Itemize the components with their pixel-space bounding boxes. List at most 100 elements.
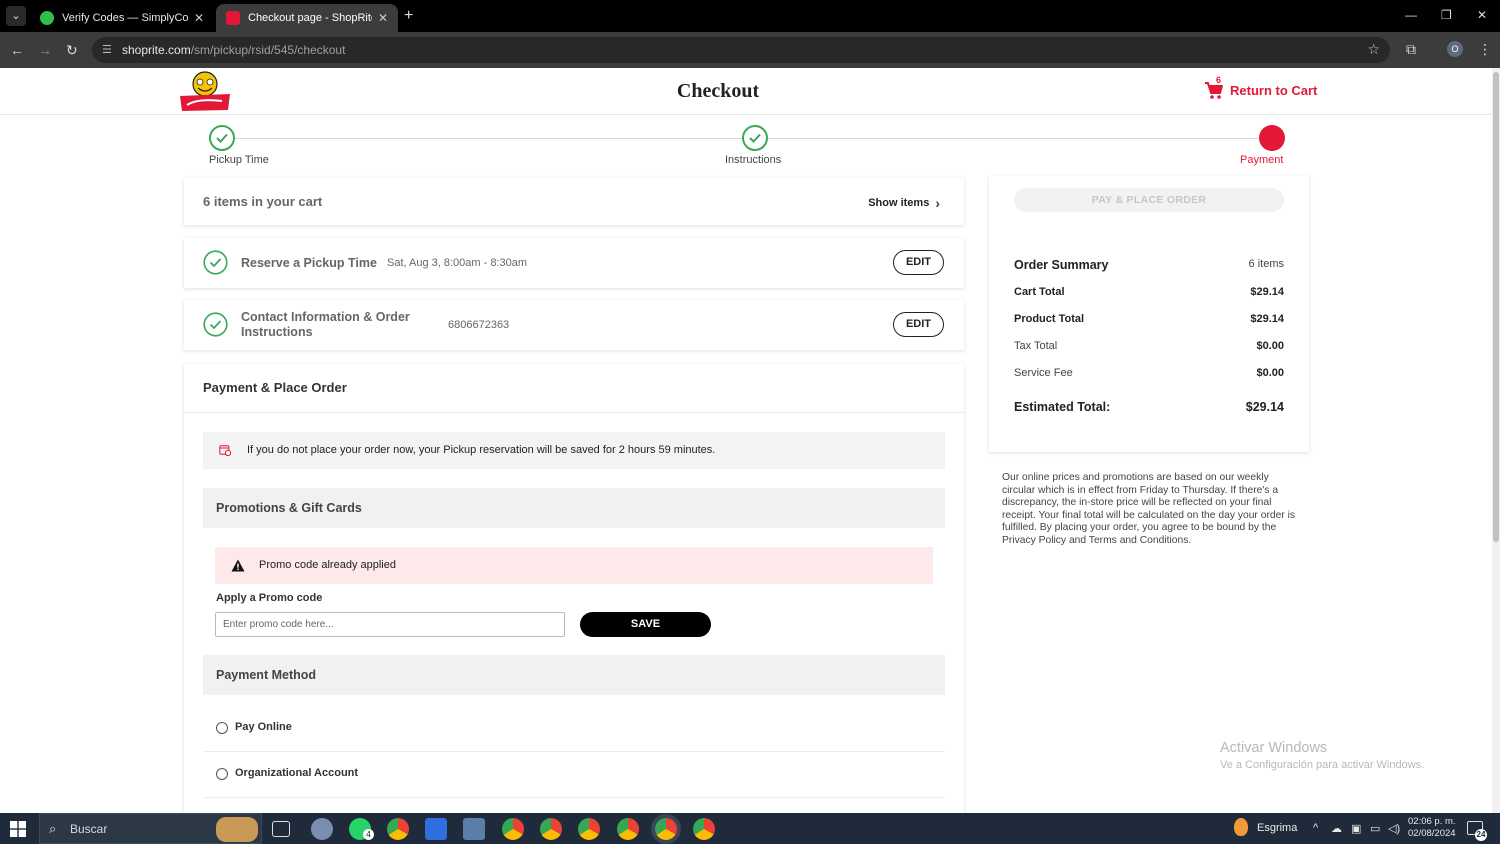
order-summary-title: Order Summary: [1014, 258, 1109, 272]
chevron-up-icon[interactable]: ^: [1313, 822, 1318, 834]
organizational-account-label: Organizational Account: [235, 767, 359, 779]
step-label-instructions: Instructions: [725, 154, 782, 166]
app-icon[interactable]: [463, 818, 485, 840]
windows-activation-watermark: Activar Windows Ve a Configuración para …: [1220, 740, 1425, 771]
chrome-profile-icon[interactable]: [693, 818, 715, 840]
radio-button[interactable]: [216, 722, 228, 734]
radio-button[interactable]: [216, 768, 228, 780]
minimize-icon[interactable]: —: [1405, 8, 1417, 22]
reload-icon[interactable]: ↻: [66, 41, 78, 59]
simplycodes-favicon-icon: [40, 11, 54, 25]
promo-alert-text: Promo code already applied: [259, 559, 396, 571]
extensions-icon[interactable]: ⧉: [1406, 41, 1416, 58]
close-tab-icon[interactable]: ✕: [378, 11, 388, 25]
cloud-icon[interactable]: ☁: [1331, 822, 1342, 835]
whatsapp-badge: 4: [363, 829, 374, 840]
taskbar-clock[interactable]: 02:06 p. m. 02/08/2024: [1408, 816, 1456, 840]
payment-option-organizational-account[interactable]: Organizational Account: [203, 752, 945, 798]
show-items-button[interactable]: Show items ›: [868, 195, 940, 211]
browser-menu-icon[interactable]: ⋮: [1478, 41, 1492, 58]
new-tab-icon[interactable]: +: [404, 6, 413, 26]
site-info-icon[interactable]: ☰: [102, 43, 112, 56]
chrome-profile-icon[interactable]: [502, 818, 524, 840]
weather-icon[interactable]: [1234, 818, 1248, 836]
browser-tab-bar: ⌄ Verify Codes — SimplyCodes ✕ Checkout …: [0, 0, 1500, 32]
contact-phone-value: 6806672363: [448, 319, 510, 331]
pay-online-label: Pay Online: [235, 721, 292, 733]
pickup-time-card: Reserve a Pickup Time Sat, Aug 3, 8:00am…: [184, 238, 964, 288]
return-to-cart-label: Return to Cart: [1230, 82, 1318, 98]
notification-count-badge: 24: [1475, 829, 1487, 841]
edit-pickup-button[interactable]: EDIT: [893, 250, 944, 275]
tab-search-button[interactable]: ⌄: [6, 6, 26, 26]
check-circle-icon: [203, 250, 228, 275]
step-label-pickup-time: Pickup Time: [209, 154, 269, 166]
cart-items-count: 6 items in your cart: [203, 194, 323, 209]
payment-option-pay-online[interactable]: Pay Online: [203, 706, 945, 752]
chrome-icon[interactable]: [387, 818, 409, 840]
search-icon: ⌕: [49, 821, 57, 836]
edit-contact-button[interactable]: EDIT: [893, 312, 944, 337]
volume-icon[interactable]: ◁): [1388, 822, 1400, 835]
pickup-time-value: Sat, Aug 3, 8:00am - 8:30am: [387, 257, 528, 269]
close-window-icon[interactable]: ✕: [1477, 8, 1487, 22]
payment-method-heading: Payment Method: [216, 668, 317, 682]
address-bar[interactable]: ☰ shoprite.com/sm/pickup/rsid/545/checko…: [92, 37, 1390, 63]
divider: [184, 412, 964, 413]
browser-tab-simplycodes[interactable]: Verify Codes — SimplyCodes ✕: [30, 4, 214, 32]
pay-place-order-button[interactable]: PAY & PLACE ORDER: [1014, 188, 1284, 212]
network-icon[interactable]: ▣: [1351, 822, 1361, 835]
restore-icon[interactable]: ❐: [1441, 8, 1452, 22]
payment-card: Payment & Place Order If you do not plac…: [184, 364, 964, 813]
shoprite-favicon-icon: [226, 11, 240, 25]
url-text: shoprite.com/sm/pickup/rsid/545/checkout: [122, 43, 346, 57]
site-header: Checkout 6 Return to Cart: [0, 68, 1492, 115]
chrome-profile-icon[interactable]: [578, 818, 600, 840]
payment-method-section-header: Payment Method: [203, 655, 945, 695]
checkout-stepper: Pickup Time Instructions Payment: [0, 123, 1492, 173]
browser-toolbar: ← → ↻ ☰ shoprite.com/sm/pickup/rsid/545/…: [0, 32, 1500, 68]
browser-tab-shoprite[interactable]: Checkout page - ShopRite ✕: [216, 4, 398, 32]
windows-taskbar: ⌕ Buscar 4 Esgrima ^ ☁ ▣ ▭ ◁) 02:06 p. m…: [0, 813, 1500, 844]
chrome-active-icon[interactable]: [655, 818, 677, 840]
forward-icon[interactable]: →: [38, 41, 52, 59]
return-to-cart-link[interactable]: 6 Return to Cart: [1204, 75, 1318, 100]
promo-code-label: Apply a Promo code: [216, 592, 323, 604]
order-summary-items-count: 6 items: [1248, 258, 1284, 270]
save-promo-button[interactable]: SAVE: [580, 612, 711, 637]
checkout-page: Checkout 6 Return to Cart Pickup Time In…: [0, 68, 1492, 813]
profile-avatar[interactable]: O: [1447, 41, 1463, 57]
contact-info-card: Contact Information & Order Instructions…: [184, 300, 964, 350]
chevron-right-icon: ›: [935, 195, 940, 211]
pricing-disclaimer: Our online prices and promotions are bas…: [1002, 472, 1296, 546]
taskbar-search-label: Buscar: [70, 822, 108, 836]
close-tab-icon[interactable]: ✕: [194, 11, 204, 25]
step-instructions-check-icon[interactable]: [742, 125, 768, 151]
step-pickup-check-icon[interactable]: [209, 125, 235, 151]
whatsapp-icon[interactable]: 4: [349, 818, 374, 840]
pickup-time-title: Reserve a Pickup Time: [241, 256, 377, 270]
app-icon[interactable]: [311, 818, 333, 840]
windows-start-icon[interactable]: [10, 821, 26, 837]
cart-items-card: 6 items in your cart Show items ›: [184, 178, 964, 225]
show-items-label: Show items: [868, 197, 930, 209]
promo-code-input[interactable]: [215, 612, 565, 637]
back-icon[interactable]: ←: [10, 41, 24, 59]
check-circle-icon: [203, 312, 228, 337]
taskbar-search[interactable]: ⌕ Buscar: [39, 813, 262, 844]
chrome-profile-icon[interactable]: [540, 818, 562, 840]
chrome-profile-icon[interactable]: [617, 818, 639, 840]
order-summary-card: PAY & PLACE ORDER Order Summary 6 items …: [989, 176, 1309, 452]
monitor-icon[interactable]: ▭: [1370, 822, 1380, 835]
reservation-notice: If you do not place your order now, your…: [203, 432, 945, 469]
cart-icon: 6: [1204, 75, 1224, 100]
weather-label[interactable]: Esgrima: [1257, 822, 1297, 834]
app-icon[interactable]: [425, 818, 447, 840]
task-view-icon[interactable]: [272, 821, 290, 837]
promo-alert: Promo code already applied: [215, 547, 933, 584]
tab-title: Verify Codes — SimplyCodes: [62, 12, 188, 24]
cart-count-badge: 6: [1216, 75, 1222, 85]
scrollbar-thumb[interactable]: [1493, 72, 1499, 542]
contact-info-title: Contact Information & Order Instructions: [241, 310, 410, 339]
bookmark-star-icon[interactable]: ☆: [1367, 41, 1380, 58]
